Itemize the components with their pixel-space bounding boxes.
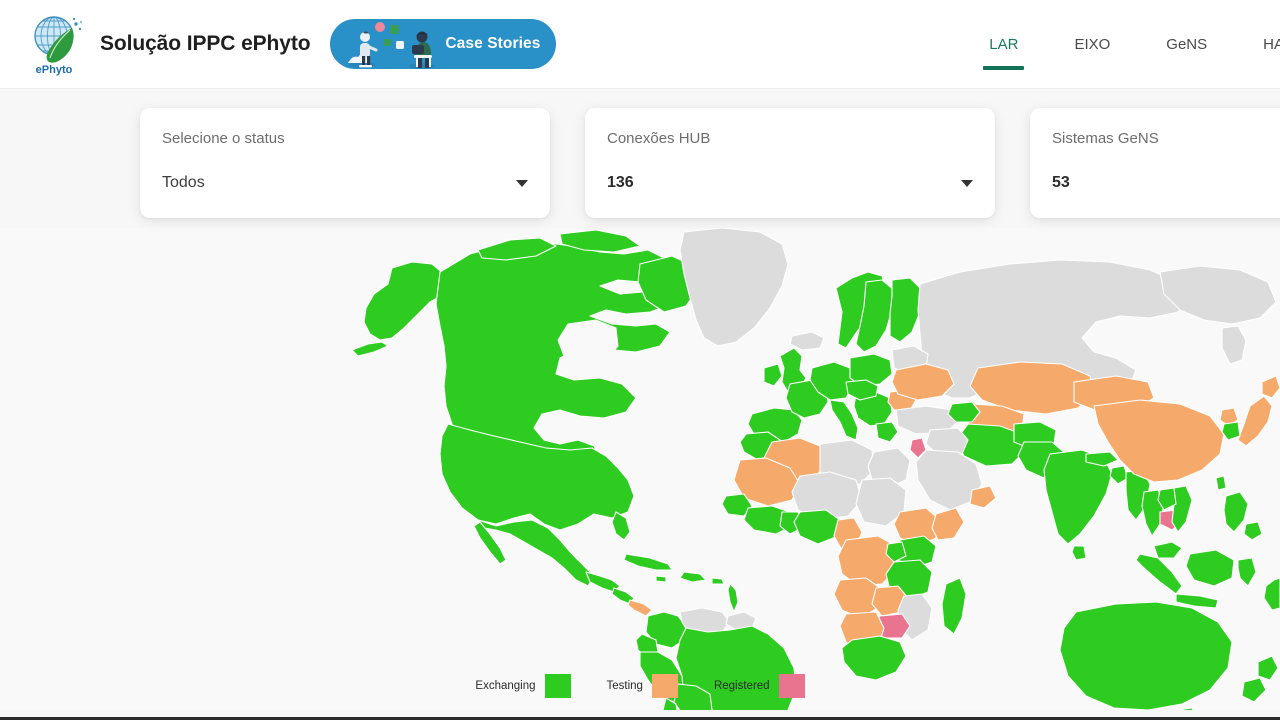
hub-connections-card[interactable]: Conexões HUB 136 — [585, 108, 995, 218]
case-stories-button[interactable]: Case Stories — [330, 19, 557, 69]
app-header: ePhyto Solução IPPC ePhyto Case Stories … — [0, 0, 1280, 88]
brand[interactable]: ePhyto Solução IPPC ePhyto — [24, 10, 311, 78]
ephyto-logo-icon: ePhyto — [24, 10, 92, 78]
status-filter-value: Todos — [162, 174, 205, 191]
nav-label-gens: GeNS — [1166, 35, 1208, 53]
legend-swatch-testing — [651, 674, 678, 698]
nav-item-gens[interactable]: GeNS — [1160, 0, 1213, 88]
legend-item-registered: Registered — [714, 674, 805, 698]
region-taiwan — [1215, 475, 1227, 491]
legend-label-testing: Testing — [606, 680, 643, 692]
region-jamaica — [655, 575, 667, 583]
legend-item-exchanging: Exchanging — [475, 674, 571, 698]
chevron-down-icon[interactable] — [961, 180, 973, 187]
hub-connections-value: 136 — [607, 174, 634, 191]
filter-card-row: Selecione o status Todos Conexões HUB 13… — [140, 108, 1280, 218]
nav-label-lar: LAR — [989, 35, 1019, 53]
status-filter-card[interactable]: Selecione o status Todos — [140, 108, 550, 218]
region-puertorico — [711, 577, 725, 585]
chevron-down-icon[interactable] — [516, 180, 528, 187]
page-root: ePhyto Solução IPPC ePhyto Case Stories … — [0, 0, 1280, 720]
nav-item-lar[interactable]: LAR — [983, 0, 1025, 88]
main-nav: LAR EIXO GeNS HA — [961, 0, 1280, 88]
world-map-svg — [0, 228, 1280, 710]
legend-swatch-exchanging — [544, 674, 571, 698]
nav-label-eixo: EIXO — [1074, 35, 1111, 53]
case-stories-label: Case Stories — [445, 35, 541, 52]
map-legend: Exchanging Testing Registered — [0, 674, 1280, 698]
legend-label-registered: Registered — [713, 680, 770, 692]
nav-item-ha[interactable]: HA — [1257, 0, 1280, 88]
hub-connections-label: Conexões HUB — [607, 130, 711, 147]
world-map[interactable]: Exchanging Testing Registered — [0, 228, 1280, 710]
app-title: Solução IPPC ePhyto — [100, 32, 311, 55]
nav-item-eixo[interactable]: EIXO — [1068, 0, 1116, 88]
gens-systems-value: 53 — [1052, 174, 1070, 191]
legend-swatch-registered — [778, 674, 805, 698]
legend-label-exchanging: Exchanging — [475, 680, 536, 692]
case-stories-illustration — [348, 22, 436, 69]
status-filter-label: Selecione o status — [162, 130, 285, 147]
ephyto-logo-svg: ePhyto — [34, 16, 82, 76]
svg-text:ePhyto: ePhyto — [36, 64, 73, 76]
nav-label-ha: HA — [1263, 35, 1280, 53]
gens-systems-label: Sistemas GeNS — [1052, 130, 1159, 147]
gens-systems-card[interactable]: Sistemas GeNS 53 — [1030, 108, 1280, 218]
legend-item-testing: Testing — [607, 674, 678, 698]
